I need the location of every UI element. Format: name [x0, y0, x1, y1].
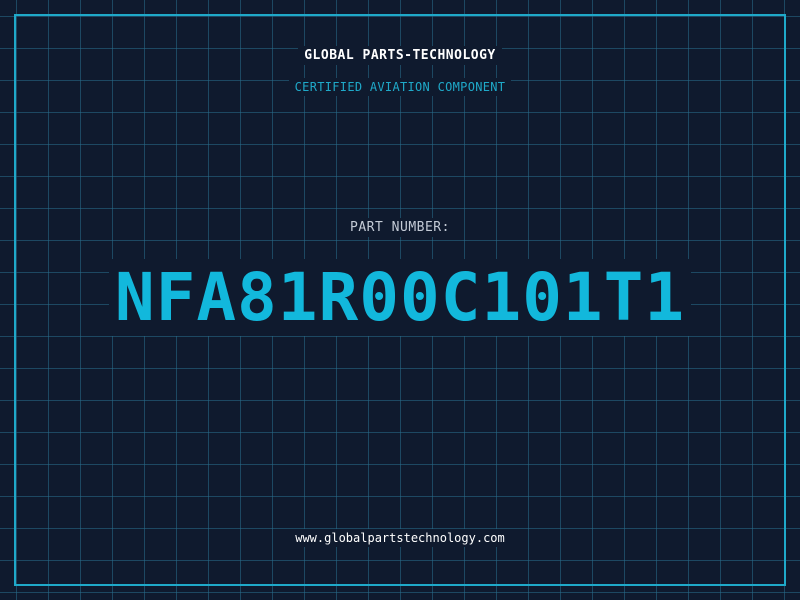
certification-subtitle-text: CERTIFIED AVIATION COMPONENT: [288, 78, 512, 96]
part-number-label: PART NUMBER:: [0, 218, 800, 237]
certification-subtitle: CERTIFIED AVIATION COMPONENT: [0, 78, 800, 96]
part-number-label-text: PART NUMBER:: [344, 218, 456, 237]
part-number-value: NFA81R00C101T1: [0, 258, 800, 338]
part-label-card: GLOBAL PARTS-TECHNOLOGY CERTIFIED AVIATI…: [0, 0, 800, 600]
website-url[interactable]: www.globalpartstechnology.com: [289, 529, 511, 547]
website-footer: www.globalpartstechnology.com: [0, 529, 800, 547]
part-number-value-text: NFA81R00C101T1: [108, 259, 692, 336]
company-name-text: GLOBAL PARTS-TECHNOLOGY: [298, 46, 502, 65]
company-name: GLOBAL PARTS-TECHNOLOGY: [0, 46, 800, 65]
